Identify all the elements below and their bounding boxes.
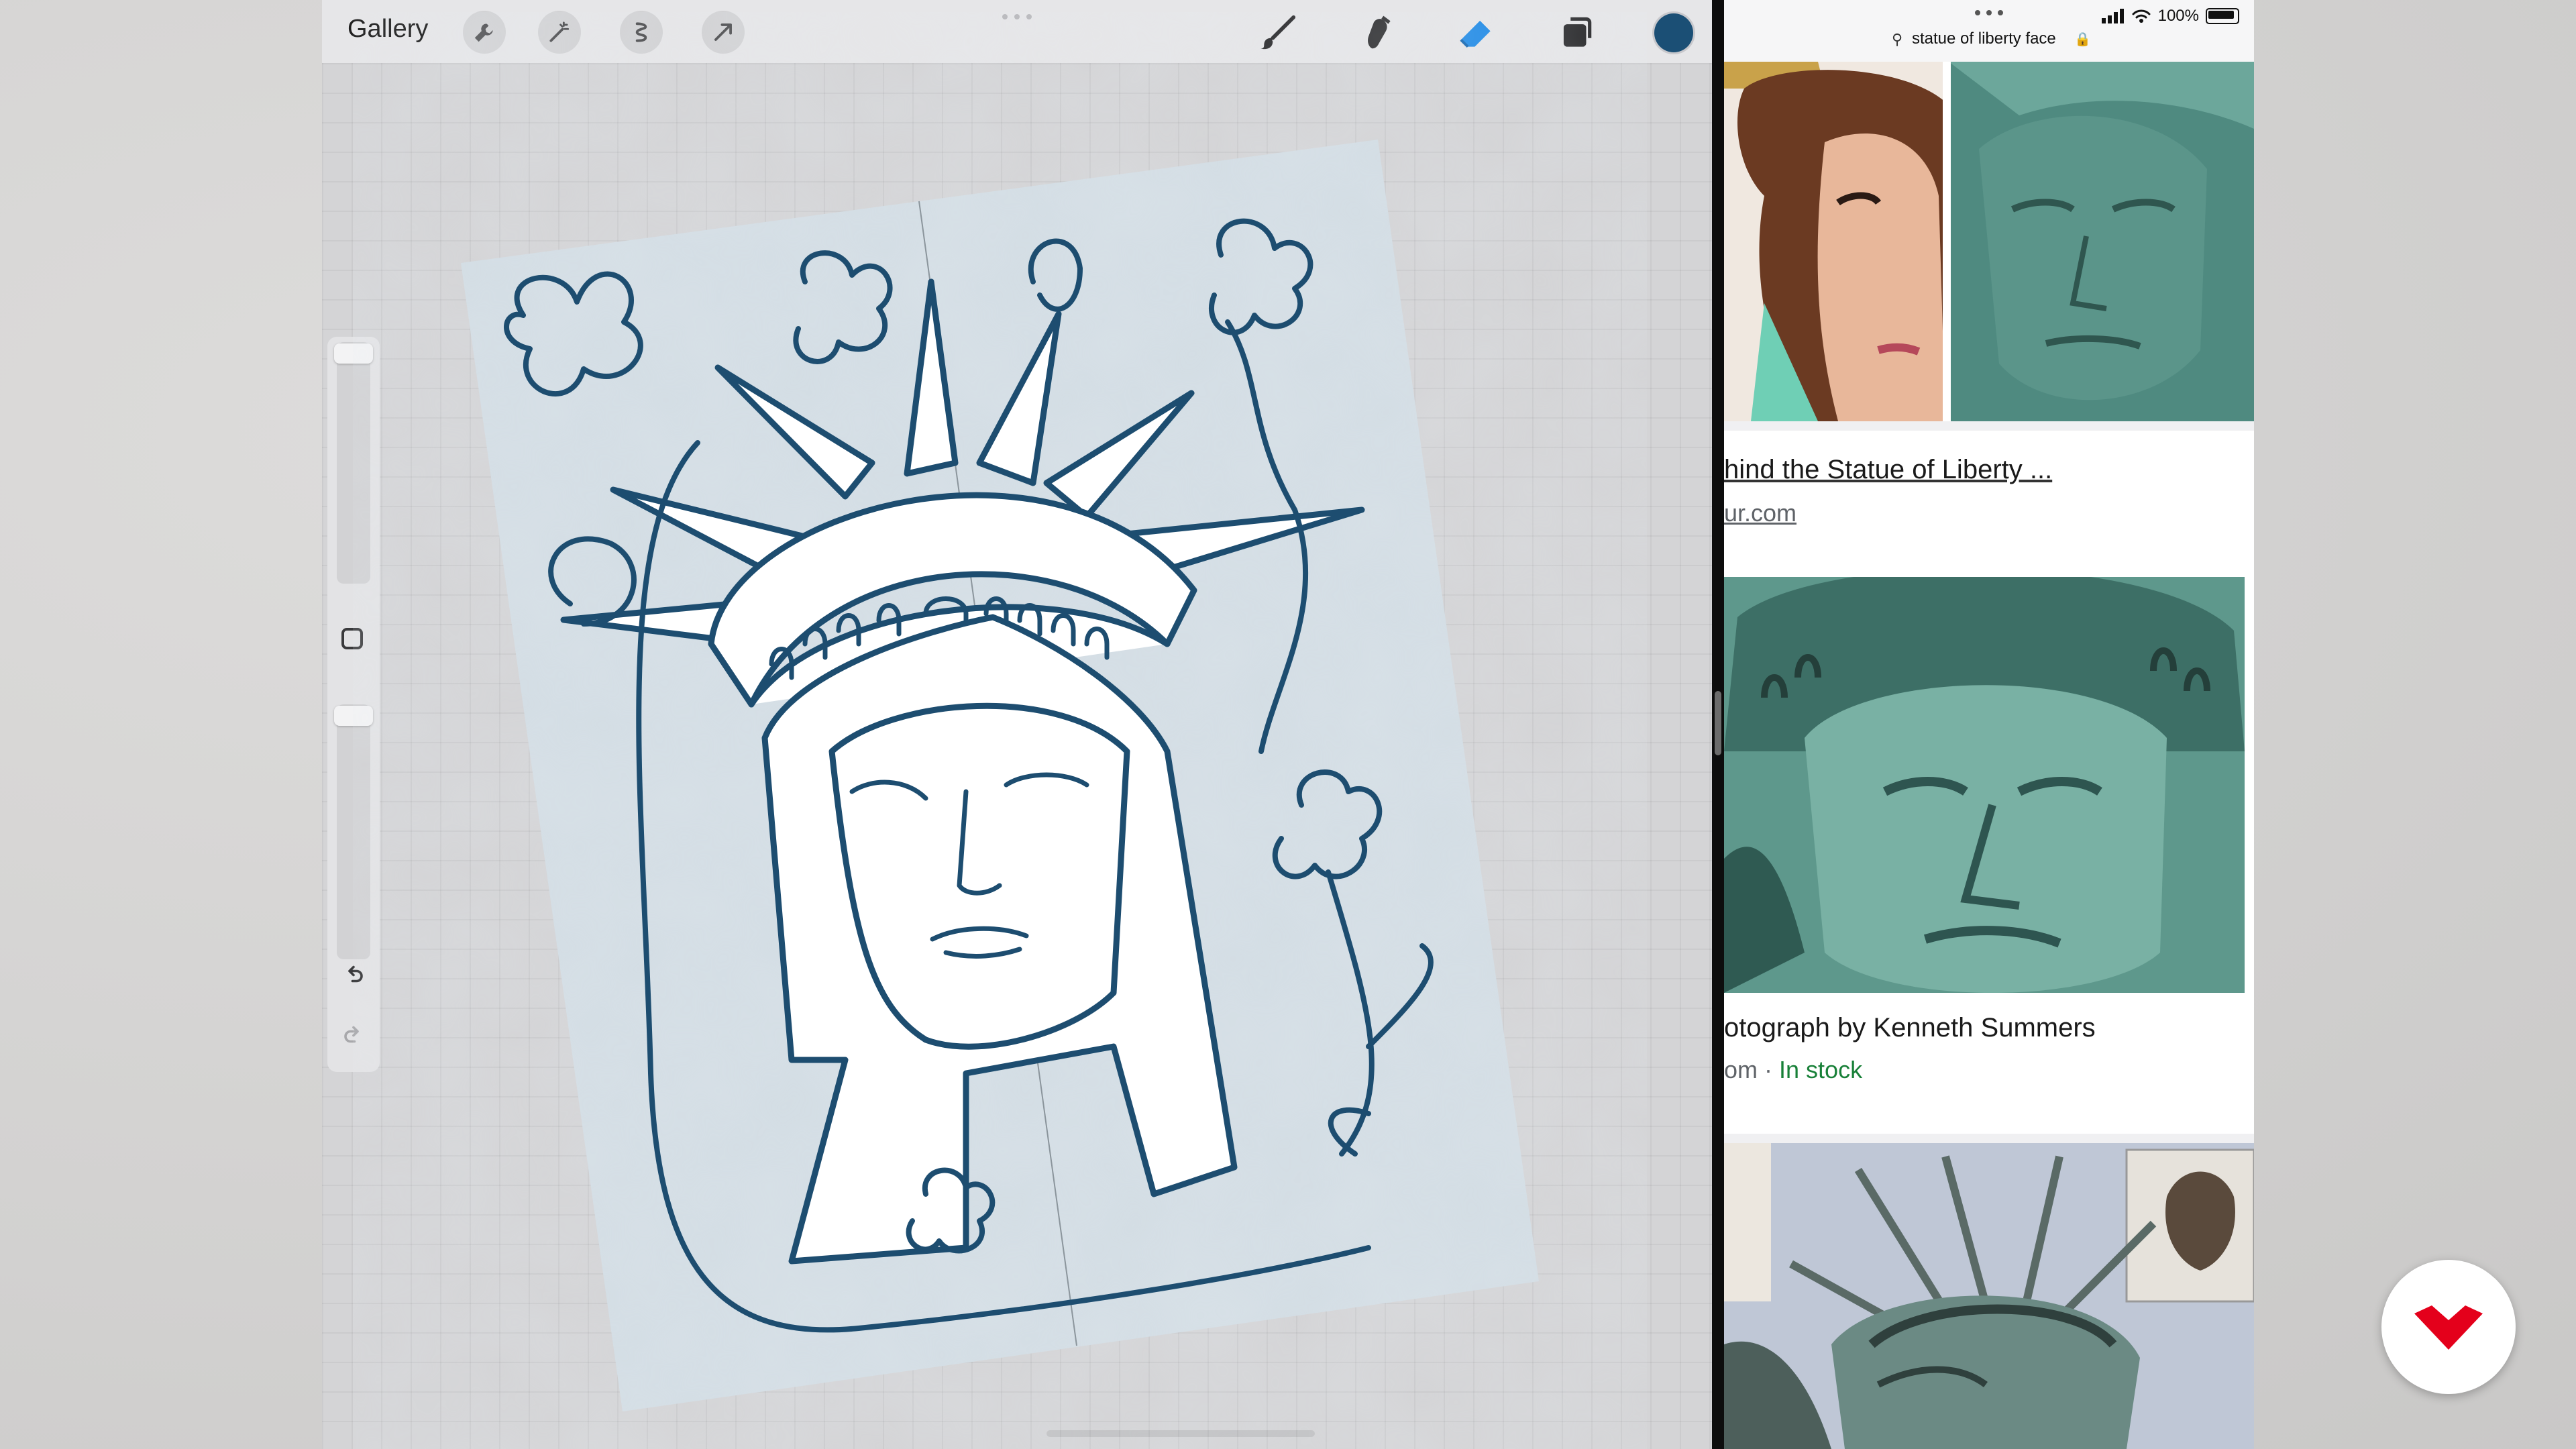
result-title-2[interactable]: otograph by Kenneth Summers (1724, 1013, 2096, 1043)
battery-icon (2206, 8, 2239, 24)
result-image-2[interactable] (1724, 577, 2245, 993)
result-meta-2: om · In stock (1724, 1056, 1862, 1084)
procreate-app: Gallery (322, 0, 1712, 1449)
search-icon: ⚲ (1892, 31, 1903, 48)
result-image-1[interactable] (1724, 62, 2254, 421)
result-image-3-graphic (1724, 1143, 2254, 1449)
multitask-dots-icon[interactable] (1972, 9, 2006, 16)
battery-percent: 100% (2157, 7, 2199, 25)
meta-separator: · (1764, 1056, 1780, 1083)
status-indicators: 100% (2101, 7, 2239, 25)
stock-status: In stock (1779, 1056, 1863, 1083)
result-image-2-graphic (1724, 577, 2245, 993)
status-bar: ⚲ statue of liberty face 🔒 100% (1724, 0, 2254, 62)
result-source-1[interactable]: ur.com (1724, 499, 1796, 527)
signal-icon (2101, 9, 2124, 23)
safari-app: ⚲ statue of liberty face 🔒 100% hind the… (1724, 0, 2254, 1449)
separator (1724, 1134, 2254, 1143)
home-indicator (1046, 1430, 1315, 1437)
separator (1724, 421, 2254, 431)
result-image-3[interactable] (1724, 1143, 2254, 1449)
domestika-logo[interactable] (2381, 1260, 2516, 1394)
wifi-icon (2132, 9, 2151, 23)
result-image-1-graphic (1724, 62, 2254, 421)
address-bar[interactable]: statue of liberty face (1912, 30, 2056, 48)
split-view-handle[interactable] (1715, 691, 1721, 755)
result-title-1[interactable]: hind the Statue of Liberty ... (1724, 455, 2052, 485)
brand-logo-icon (2414, 1305, 2483, 1350)
result-source-2[interactable]: om (1724, 1056, 1758, 1083)
lock-icon: 🔒 (2074, 32, 2091, 47)
drawing-canvas[interactable] (322, 0, 1712, 1449)
